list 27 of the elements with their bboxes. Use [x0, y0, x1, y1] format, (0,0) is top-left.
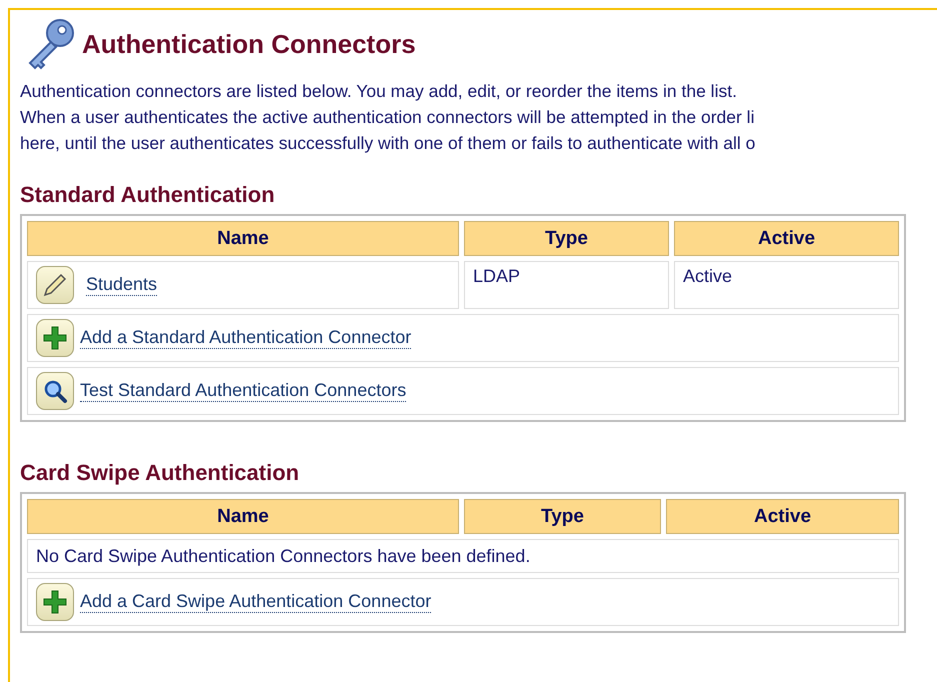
description-text: When a user authenticates the active authentication connectors will be attempted in the order li — [20, 106, 756, 129]
description-text: here, until the user authenticates successfully with one of them or fails to authenticate with all o — [20, 132, 756, 155]
column-header: Type — [464, 221, 669, 256]
add-button[interactable] — [36, 319, 74, 357]
active-cell: Active — [674, 261, 899, 309]
column-header: Name — [27, 499, 459, 534]
column-header: Name — [27, 221, 459, 256]
column-header: Type — [464, 499, 661, 534]
action-link[interactable]: Add a Card Swipe Authentication Connector — [80, 591, 432, 613]
action-link[interactable]: Add a Standard Authentication Connector — [80, 327, 412, 349]
column-header: Active — [674, 221, 899, 256]
description-text: Authentication connectors are listed below. You may add, edit, or reorder the items in the list. — [20, 80, 738, 103]
empty-message: No Card Swipe Authentication Connectors have been defined. — [27, 539, 899, 573]
search-icon — [42, 378, 68, 404]
section-title: Standard Authentication — [20, 182, 276, 208]
page-title: Authentication Connectors — [82, 28, 416, 60]
plus-icon — [42, 325, 68, 351]
type-cell: LDAP — [464, 261, 669, 309]
edit-button[interactable] — [36, 266, 74, 304]
test-button[interactable] — [36, 372, 74, 410]
column-header: Active — [666, 499, 899, 534]
add-button[interactable] — [36, 583, 74, 621]
action-link[interactable]: Test Standard Authentication Connectors — [80, 380, 406, 402]
pencil-icon — [42, 272, 68, 298]
plus-icon — [42, 589, 68, 615]
section-title: Card Swipe Authentication — [20, 460, 300, 486]
connector-link[interactable]: Students — [86, 274, 158, 296]
